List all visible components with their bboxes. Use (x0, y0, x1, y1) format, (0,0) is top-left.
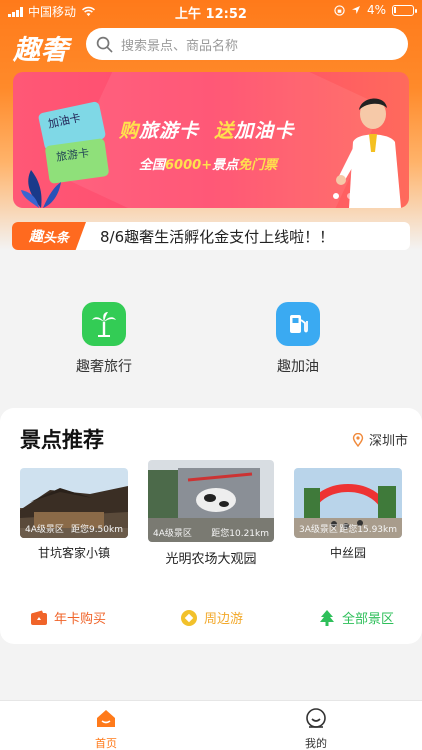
quick-links: 年卡购买 周边游 全部景区 (0, 608, 422, 632)
banner-title-buy: 购 (119, 120, 140, 142)
profile-face-icon (306, 708, 326, 728)
spot-rating-tag: 4A级景区 (153, 529, 192, 539)
banner-pagination[interactable] (333, 193, 367, 199)
scenic-recommend-section: 景点推荐 深圳市 4A级景区 距您9.50km 甘坑客家小镇 4A级景区 距您1… (0, 408, 422, 644)
search-icon (96, 36, 113, 52)
banner-dot-3[interactable] (361, 193, 367, 199)
banner-title-give: 送 (214, 120, 235, 142)
fuel-card-label: 加油卡 (46, 111, 82, 131)
spot-distance: 距您10.21km (211, 529, 269, 539)
wallet-icon (31, 610, 47, 625)
promo-banner[interactable]: 加油卡 旅游卡 购旅游卡 送加油卡 全国6000+景点免门票 (13, 72, 409, 208)
tab-home-label: 首页 (95, 737, 117, 750)
spot-rating-tag: 3A级景区 (299, 525, 338, 535)
all-spots-link[interactable]: 全部景区 (318, 608, 394, 627)
spot-name: 甘坑客家小镇 (37, 546, 110, 560)
headline-badge: 趣头条 (12, 222, 86, 250)
annual-card-link[interactable]: 年卡购买 (30, 608, 106, 627)
nearby-tour-label: 周边游 (204, 612, 244, 627)
nearby-tour-link[interactable]: 周边游 (180, 608, 243, 627)
spot-name: 中丝园 (329, 546, 366, 560)
battery-icon (392, 4, 417, 16)
section-title: 景点推荐 (20, 428, 104, 452)
spot-card[interactable]: 4A级景区 距您9.50km 甘坑客家小镇 (20, 468, 128, 561)
service-travel[interactable]: 趣奢旅行 (59, 302, 149, 376)
palm-tree-icon (82, 302, 126, 346)
search-placeholder: 搜索景点、商品名称 (121, 38, 239, 54)
app-logo: 趣奢 (13, 35, 69, 66)
travel-card-label: 旅游卡 (55, 146, 90, 164)
spot-image: 3A级景区 距您15.93km (294, 468, 402, 538)
coin-icon (181, 609, 197, 626)
banner-title-fuel-card: 加油卡 (234, 120, 295, 142)
service-fuel-label: 趣加油 (277, 359, 319, 375)
tab-mine[interactable]: 我的 (286, 707, 346, 750)
service-fuel[interactable]: 趣加油 (253, 302, 343, 376)
search-bar[interactable]: 搜索景点、商品名称 (86, 28, 408, 60)
location-selector[interactable]: 深圳市 (352, 430, 408, 449)
spot-card[interactable]: 3A级景区 距您15.93km 中丝园 (294, 468, 402, 561)
spot-distance: 距您9.50km (70, 525, 123, 535)
banner-title: 购旅游卡 送加油卡 (119, 116, 294, 143)
banner-dot-2[interactable] (347, 193, 353, 199)
spot-card[interactable]: 4A级景区 距您10.21km 光明农场大观园 (148, 460, 274, 567)
headline-badge-b: 头条 (42, 230, 69, 246)
spot-name: 光明农场大观园 (165, 552, 257, 567)
lock-rotation-icon (334, 4, 345, 16)
headline-ticker[interactable]: 趣头条 8/6趣奢生活孵化金支付上线啦！！ (12, 222, 410, 250)
banner-sub-free: 免门票 (238, 158, 278, 173)
all-spots-label: 全部景区 (342, 612, 395, 627)
spot-distance: 距您15.93km (339, 525, 397, 535)
spot-image: 4A级景区 距您9.50km (20, 468, 128, 538)
banner-title-travel-card: 旅游卡 (139, 120, 200, 142)
headline-text: 8/6趣奢生活孵化金支付上线啦！！ (100, 227, 335, 246)
location-arrow-icon (351, 6, 360, 14)
home-icon (97, 710, 115, 727)
tab-mine-label: 我的 (305, 737, 327, 750)
tree-icon (320, 609, 334, 626)
annual-card-label: 年卡购买 (54, 612, 107, 627)
location-label: 深圳市 (368, 434, 408, 449)
spot-rating-tag: 4A级景区 (25, 525, 64, 535)
service-travel-label: 趣奢旅行 (76, 359, 132, 375)
tab-home[interactable]: 首页 (76, 707, 136, 750)
banner-sub-number: 6000+ (165, 158, 213, 173)
banner-subtitle: 全国6000+景点免门票 (139, 154, 277, 173)
person-illustration-icon (336, 98, 401, 208)
banner-sub-spots: 景点 (212, 158, 239, 173)
status-right: 4% (334, 3, 417, 17)
bottom-tab-bar: 首页 我的 (0, 700, 422, 750)
battery-percent: 4% (366, 3, 386, 17)
headline-badge-a: 趣 (28, 229, 43, 245)
leaf-decoration-icon (21, 170, 61, 208)
banner-sub-nationwide: 全国 (139, 158, 166, 173)
location-pin-icon (352, 432, 364, 447)
status-bar: 中国移动 上午 12:52 4% (0, 0, 422, 22)
banner-dot-1[interactable] (333, 193, 339, 199)
spot-image: 4A级景区 距您10.21km (148, 460, 274, 542)
fuel-pump-icon (276, 302, 320, 346)
